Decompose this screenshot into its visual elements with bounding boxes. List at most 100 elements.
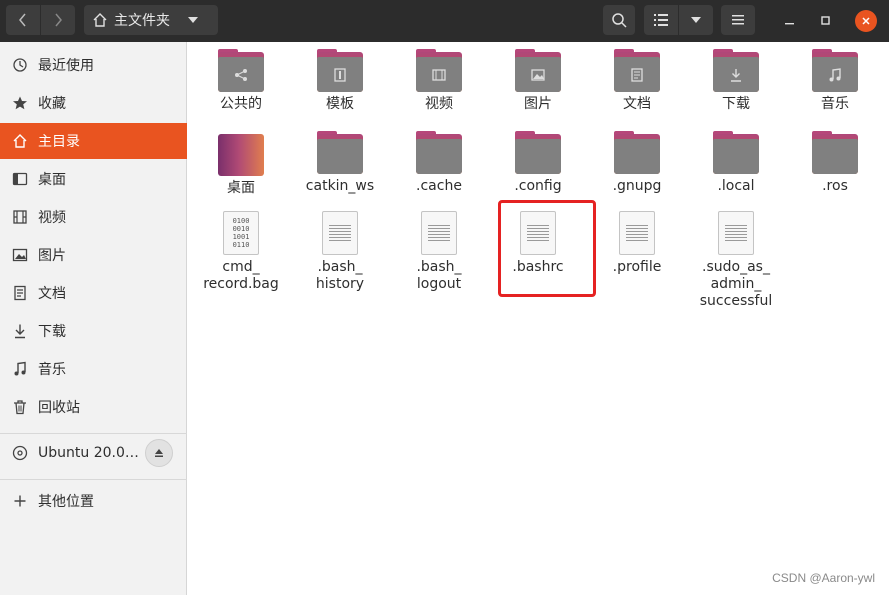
highlight-box bbox=[498, 200, 596, 297]
hamburger-icon bbox=[732, 15, 744, 25]
sidebar-item-music[interactable]: 音乐 bbox=[0, 351, 187, 387]
path-bar-button[interactable]: 主文件夹 bbox=[84, 5, 218, 35]
share-icon bbox=[218, 57, 264, 92]
folder-icon bbox=[812, 49, 858, 92]
file-name: 音乐 bbox=[821, 96, 849, 112]
menu-button[interactable] bbox=[721, 5, 755, 35]
disc-icon bbox=[12, 445, 28, 461]
download-icon bbox=[713, 57, 759, 92]
file-name: .cache bbox=[416, 178, 462, 194]
file-name: .bash_ logout bbox=[416, 259, 462, 292]
file-name: 公共的 bbox=[220, 96, 262, 112]
text-file-icon bbox=[421, 211, 457, 255]
sidebar-separator bbox=[0, 433, 187, 434]
text-file-icon bbox=[718, 211, 754, 255]
file-name: .bash_ history bbox=[315, 259, 365, 292]
folder-icon bbox=[614, 131, 660, 174]
sidebar-item-label: 音乐 bbox=[38, 362, 66, 378]
sidebar-separator bbox=[0, 479, 187, 480]
file-item-music[interactable]: 音乐 bbox=[790, 49, 880, 113]
file-name: cmd_ record.bag bbox=[203, 259, 279, 292]
file-item-profile[interactable]: .profile bbox=[592, 211, 682, 276]
sidebar-item-videos[interactable]: 视频 bbox=[0, 199, 187, 235]
file-item-catkin-ws[interactable]: catkin_ws bbox=[295, 131, 385, 195]
file-name: .ros bbox=[822, 178, 848, 194]
picture-icon bbox=[515, 57, 561, 92]
file-item-cache[interactable]: .cache bbox=[394, 131, 484, 195]
folder-icon bbox=[416, 49, 462, 92]
folder-icon bbox=[713, 49, 759, 92]
file-name: .config bbox=[514, 178, 562, 194]
sidebar-item-label: 视频 bbox=[38, 210, 66, 226]
sidebar-item-pictures[interactable]: 图片 bbox=[0, 237, 187, 273]
file-item-downloads[interactable]: 下载 bbox=[691, 49, 781, 113]
file-item-sudo-as-admin-successful[interactable]: .sudo_as_ admin_ successful bbox=[691, 211, 781, 310]
eject-button[interactable] bbox=[145, 439, 173, 467]
sidebar-item-label: 桌面 bbox=[38, 172, 66, 188]
sidebar-item-label: 下载 bbox=[38, 324, 66, 340]
sidebar-item-desktop[interactable]: 桌面 bbox=[0, 161, 187, 197]
back-button[interactable] bbox=[6, 5, 40, 35]
list-view-button[interactable] bbox=[644, 5, 678, 35]
folder-icon bbox=[317, 49, 363, 92]
list-icon bbox=[654, 14, 668, 26]
sidebar-item-trash[interactable]: 回收站 bbox=[0, 389, 187, 425]
sidebar-item-starred[interactable]: 收藏 bbox=[0, 85, 187, 121]
plus-icon bbox=[12, 493, 28, 509]
file-item-local[interactable]: .local bbox=[691, 131, 781, 195]
chevron-down-icon[interactable] bbox=[188, 16, 198, 24]
maximize-button[interactable] bbox=[815, 10, 837, 32]
video-icon bbox=[416, 57, 462, 92]
sidebar-item-device[interactable]: Ubuntu 20.0… bbox=[0, 435, 187, 471]
file-item-public[interactable]: 公共的 bbox=[196, 49, 286, 113]
sidebar-item-label: 回收站 bbox=[38, 400, 80, 416]
sidebar-item-label: Ubuntu 20.0… bbox=[38, 445, 139, 461]
file-name: .profile bbox=[612, 259, 662, 275]
file-name: 图片 bbox=[524, 96, 552, 112]
file-item-bash-logout[interactable]: .bash_ logout bbox=[394, 211, 484, 293]
home-icon bbox=[93, 13, 107, 27]
view-options-button[interactable] bbox=[679, 5, 713, 35]
close-button[interactable] bbox=[855, 10, 877, 32]
sidebar-item-home[interactable]: 主目录 bbox=[0, 123, 187, 159]
file-item-bash-history[interactable]: .bash_ history bbox=[295, 211, 385, 293]
home-icon bbox=[12, 133, 28, 149]
file-item-cmd-record-bag[interactable]: 0100 0010 1001 0110 cmd_ record.bag bbox=[196, 211, 286, 293]
forward-button[interactable] bbox=[41, 5, 75, 35]
file-name: 视频 bbox=[425, 96, 453, 112]
template-icon bbox=[317, 57, 363, 92]
sidebar-item-label: 最近使用 bbox=[38, 58, 94, 74]
folder-icon bbox=[713, 131, 759, 174]
chevron-down-icon bbox=[691, 17, 701, 23]
sidebar-item-downloads[interactable]: 下载 bbox=[0, 313, 187, 349]
trash-icon bbox=[12, 399, 28, 415]
minimize-button[interactable] bbox=[779, 10, 801, 32]
file-name: 桌面 bbox=[227, 180, 255, 196]
sidebar-item-documents[interactable]: 文档 bbox=[0, 275, 187, 311]
sidebar-item-other-locations[interactable]: 其他位置 bbox=[0, 483, 187, 519]
sidebar-item-label: 图片 bbox=[38, 248, 66, 264]
maximize-icon bbox=[821, 16, 830, 25]
file-item-gnupg[interactable]: .gnupg bbox=[592, 131, 682, 195]
watermark: CSDN @Aaron-ywl bbox=[772, 571, 875, 585]
file-item-config[interactable]: .config bbox=[493, 131, 583, 195]
chevron-right-icon bbox=[55, 13, 62, 27]
file-item-ros[interactable]: .ros bbox=[790, 131, 880, 195]
eject-icon bbox=[155, 449, 163, 457]
video-icon bbox=[12, 209, 28, 225]
music-icon bbox=[12, 361, 28, 377]
file-item-desktop[interactable]: 桌面 bbox=[196, 134, 286, 197]
file-item-templates[interactable]: 模板 bbox=[295, 49, 385, 113]
path-label: 主文件夹 bbox=[114, 13, 170, 29]
file-item-videos[interactable]: 视频 bbox=[394, 49, 484, 113]
clock-icon bbox=[12, 57, 28, 73]
chevron-left-icon bbox=[19, 13, 26, 27]
sidebar: 最近使用 收藏 主目录 桌面 视频 图片 文档 下载 音乐 回收站 Ubuntu… bbox=[0, 42, 187, 595]
file-item-documents[interactable]: 文档 bbox=[592, 49, 682, 113]
file-item-pictures[interactable]: 图片 bbox=[493, 49, 583, 113]
binary-file-icon: 0100 0010 1001 0110 bbox=[223, 211, 259, 255]
text-file-icon bbox=[322, 211, 358, 255]
search-button[interactable] bbox=[603, 5, 635, 35]
sidebar-item-recent[interactable]: 最近使用 bbox=[0, 47, 187, 83]
sidebar-item-label: 文档 bbox=[38, 286, 66, 302]
